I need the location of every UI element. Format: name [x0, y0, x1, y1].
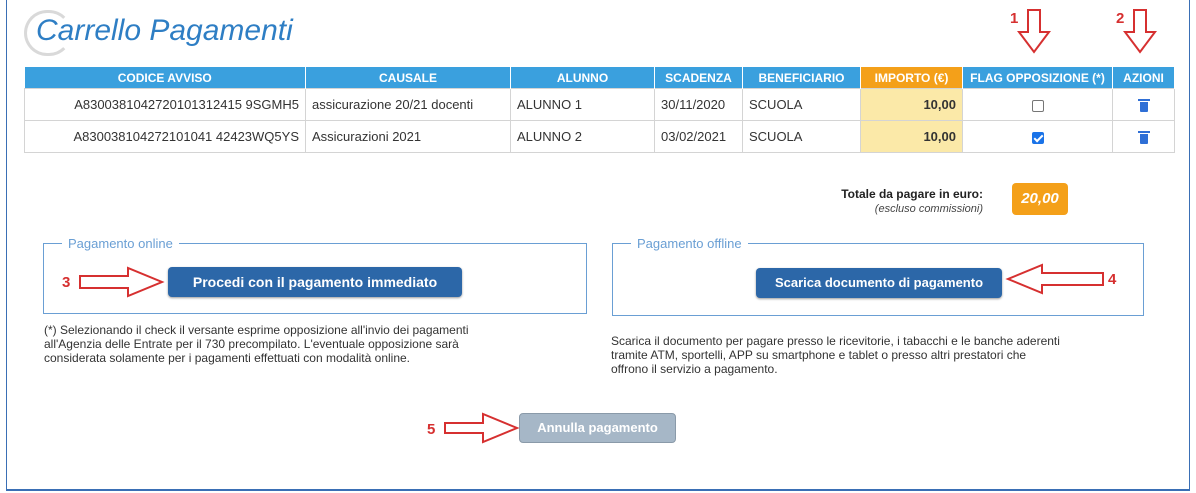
note-line: (*) Selezionando il check il versante es…: [44, 323, 469, 337]
col-importo: IMPORTO (€): [860, 67, 963, 89]
left-arrow-icon: [1005, 263, 1104, 295]
annulla-pagamento-button[interactable]: Annulla pagamento: [519, 413, 676, 443]
col-flag-opposizione: FLAG OPPOSIZIONE (*): [962, 67, 1113, 89]
table-row: A8300381042720101312415 9SGMH5 assicuraz…: [24, 88, 1175, 121]
flag-cell: [962, 120, 1113, 153]
importo-cell: 10,00: [860, 88, 963, 121]
trash-icon[interactable]: [1137, 99, 1150, 113]
scadenza-cell: 30/11/2020: [654, 88, 743, 121]
table-row: A830038104272101041 42423WQ5YS Assicuraz…: [24, 120, 1175, 153]
note-line: offrono il servizio a pagamento.: [611, 362, 778, 376]
annotation-number: 4: [1108, 271, 1117, 288]
importo-cell: 10,00: [860, 120, 963, 153]
col-azioni: AZIONI: [1112, 67, 1175, 89]
col-beneficiario: BENEFICIARIO: [742, 67, 861, 89]
col-codice-avviso: CODICE AVVISO: [24, 67, 306, 89]
pagamento-online-legend: Pagamento online: [68, 236, 173, 251]
annotation-number: 1: [1010, 10, 1019, 27]
totale-value: 20,00: [1012, 183, 1068, 215]
note-line: Scarica il documento per pagare presso l…: [611, 334, 1060, 348]
right-arrow-icon: [444, 412, 520, 444]
note-line: all'Agenzia delle Entrate per il 730 pre…: [44, 337, 459, 351]
flag-opposizione-checkbox[interactable]: [1031, 131, 1044, 144]
online-note: (*) Selezionando il check il versante es…: [44, 323, 469, 365]
flag-opposizione-checkbox[interactable]: [1031, 99, 1044, 112]
down-arrow-icon: [1017, 9, 1051, 54]
flag-cell: [962, 88, 1113, 121]
azioni-cell: [1112, 88, 1175, 121]
codice-avviso-cell: A8300381042720101312415 9SGMH5: [24, 88, 306, 121]
beneficiario-cell: SCUOLA: [742, 120, 861, 153]
annotation-number: 3: [62, 274, 71, 291]
totale-label: Totale da pagare in euro:: [841, 187, 983, 201]
beneficiario-cell: SCUOLA: [742, 88, 861, 121]
col-causale: CAUSALE: [305, 67, 511, 89]
totale-sub: (escluso commissioni): [874, 203, 983, 215]
note-line: tramite ATM, sportelli, APP su smartphon…: [611, 348, 1027, 362]
col-scadenza: SCADENZA: [654, 67, 743, 89]
down-arrow-icon: [1123, 9, 1157, 54]
page-title: Carrello Pagamenti: [36, 14, 293, 47]
col-alunno: ALUNNO: [510, 67, 655, 89]
alunno-cell: ALUNNO 2: [510, 120, 655, 153]
causale-cell: assicurazione 20/21 docenti: [305, 88, 511, 121]
right-arrow-icon: [79, 266, 165, 298]
alunno-cell: ALUNNO 1: [510, 88, 655, 121]
annotation-number: 2: [1116, 10, 1125, 27]
offline-note: Scarica il documento per pagare presso l…: [611, 334, 1060, 376]
scarica-documento-button[interactable]: Scarica documento di pagamento: [756, 268, 1002, 298]
codice-avviso-cell: A830038104272101041 42423WQ5YS: [24, 120, 306, 153]
trash-icon[interactable]: [1137, 131, 1150, 145]
azioni-cell: [1112, 120, 1175, 153]
pagamento-offline-legend: Pagamento offline: [637, 236, 742, 251]
payments-table: CODICE AVVISO CAUSALE ALUNNO SCADENZA BE…: [24, 67, 1175, 153]
annotation-number: 5: [427, 421, 436, 438]
causale-cell: Assicurazioni 2021: [305, 120, 511, 153]
procedi-pagamento-button[interactable]: Procedi con il pagamento immediato: [168, 267, 462, 297]
note-line: considerata solamente per i pagamenti ef…: [44, 351, 411, 365]
table-header: CODICE AVVISO CAUSALE ALUNNO SCADENZA BE…: [24, 67, 1175, 89]
scadenza-cell: 03/02/2021: [654, 120, 743, 153]
